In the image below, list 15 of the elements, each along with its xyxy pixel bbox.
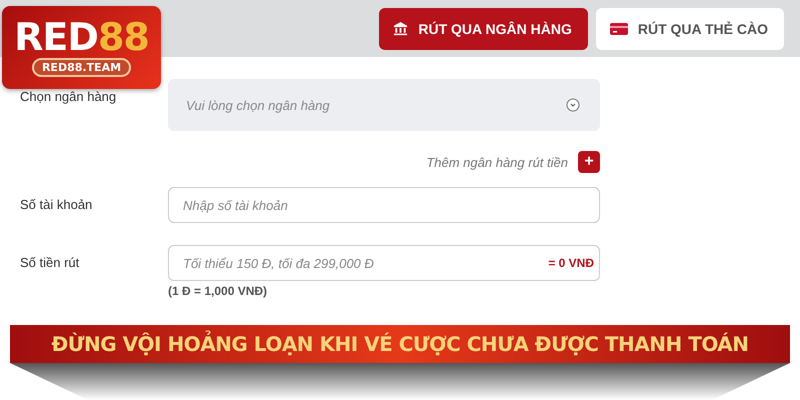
field-label: Chọn ngân hàng: [20, 88, 118, 104]
tab[interactable]: RÚT QUA NGÂN HÀNG: [379, 8, 588, 50]
field-label: Số tiền rút: [20, 254, 80, 270]
converted-amount: = 0 VNĐ: [548, 256, 594, 270]
account-number-field[interactable]: Nhập số tài khoản: [168, 187, 600, 223]
tab[interactable]: RÚT QUA THẺ CÀO: [596, 8, 784, 50]
field-label: Số tài khoản: [20, 196, 94, 212]
add-bank-button[interactable]: +: [578, 151, 600, 173]
bank-icon: [393, 21, 408, 36]
logo: RED88 RED88.TEAM: [2, 6, 161, 89]
card-icon: [610, 22, 628, 36]
exchange-rate: (1 Đ = 1,000 VNĐ): [168, 284, 268, 298]
add-bank-label: Thêm ngân hàng rút tiền: [426, 154, 568, 170]
banner-title: ĐỪNG VỘI HOẢNG LOẠN KHI VÉ CƯỢC CHƯA ĐƯỢC THANH TOÁN: [10, 325, 790, 363]
chevron-icon: [566, 98, 580, 112]
